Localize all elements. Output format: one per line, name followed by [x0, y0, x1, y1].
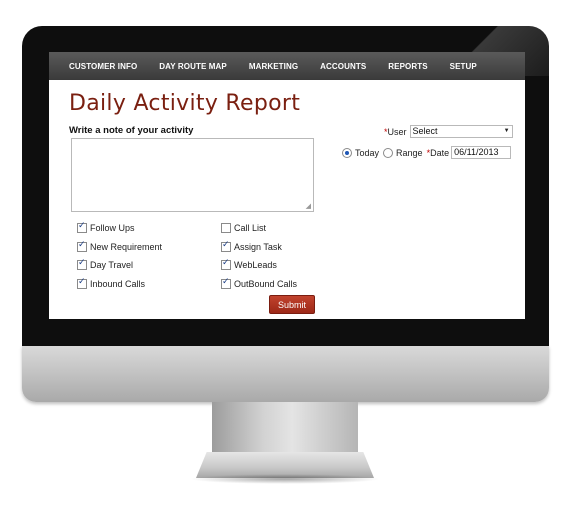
check-day-travel[interactable]: Day Travel [77, 256, 162, 275]
checkbox-label: Inbound Calls [90, 278, 146, 289]
checkbox[interactable] [77, 277, 87, 289]
checkbox-label: New Requirement [90, 241, 163, 252]
today-radio[interactable] [342, 147, 352, 158]
monitor-stand-neck [212, 402, 358, 456]
nav-marketing[interactable]: MARKETING [238, 62, 309, 71]
app-screen: CUSTOMER INFO DAY ROUTE MAP MARKETING AC… [49, 52, 525, 319]
checkbox[interactable] [221, 223, 231, 234]
check-webleads[interactable]: WebLeads [221, 256, 297, 275]
date-range-filter: Today Range * Date 06/11/2013 [342, 146, 512, 159]
user-select[interactable]: Select ▼ [409, 125, 513, 138]
range-radio[interactable] [383, 147, 394, 158]
monitor-chin [22, 346, 549, 402]
nav-setup[interactable]: SETUP [439, 62, 488, 71]
check-call-list[interactable]: Call List [221, 219, 297, 238]
date-input[interactable]: 06/11/2013 [451, 146, 512, 159]
stand-shadow [190, 474, 380, 484]
checkbox-label: Assign Task [234, 241, 282, 252]
submit-button[interactable]: Submit [269, 295, 315, 314]
checkbox[interactable] [221, 277, 231, 289]
check-follow-ups[interactable]: Follow Ups [77, 219, 162, 238]
check-inbound-calls[interactable]: Inbound Calls [77, 275, 162, 294]
checkbox-label: Follow Ups [90, 223, 135, 234]
range-label: Range [396, 147, 423, 158]
chevron-down-icon: ▼ [503, 128, 510, 134]
check-new-requirement[interactable]: New Requirement [77, 238, 162, 257]
activity-note-textarea[interactable]: ◢ [71, 138, 314, 212]
checkbox-label: Call List [234, 223, 267, 234]
check-assign-task[interactable]: Assign Task [221, 238, 297, 257]
user-filter: * User Select ▼ [384, 125, 513, 138]
checkbox[interactable] [221, 258, 231, 271]
activity-checklist-left: Follow Ups New Requirement Day Travel In… [77, 219, 162, 293]
nav-reports[interactable]: REPORTS [377, 62, 438, 71]
checkbox[interactable] [77, 258, 87, 271]
activity-checklist-right: Call List Assign Task WebLeads OutBound … [221, 219, 297, 293]
check-outbound-calls[interactable]: OutBound Calls [221, 275, 297, 294]
top-nav: CUSTOMER INFO DAY ROUTE MAP MARKETING AC… [49, 52, 525, 80]
resize-grip-icon[interactable]: ◢ [306, 203, 311, 210]
user-select-value: Select [412, 126, 438, 136]
checkbox[interactable] [77, 221, 87, 234]
note-label: Write a note of your activity [69, 125, 194, 136]
checkbox[interactable] [221, 240, 231, 252]
nav-accounts[interactable]: ACCOUNTS [309, 62, 377, 71]
checkbox-label: Day Travel [90, 260, 134, 271]
checkbox-label: OutBound Calls [234, 278, 298, 289]
checkbox[interactable] [77, 240, 87, 252]
checkbox-label: WebLeads [234, 260, 277, 271]
page-title: Daily Activity Report [69, 91, 301, 116]
date-label: Date [430, 147, 450, 158]
user-label: User [387, 126, 407, 137]
today-label: Today [355, 147, 380, 158]
nav-customer-info[interactable]: CUSTOMER INFO [49, 62, 148, 71]
nav-day-route-map[interactable]: DAY ROUTE MAP [148, 62, 238, 71]
